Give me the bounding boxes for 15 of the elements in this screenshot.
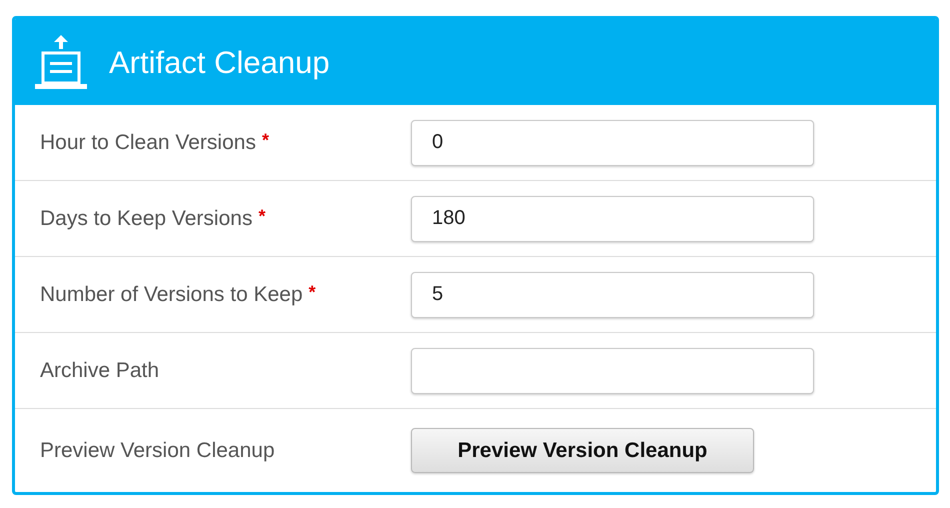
input-field[interactable]: [411, 348, 814, 394]
field-label: Hour to Clean Versions: [40, 130, 256, 156]
required-mark: *: [308, 280, 316, 304]
upload-icon: [35, 33, 87, 91]
input-field[interactable]: 180: [411, 196, 814, 242]
required-mark: *: [258, 204, 266, 228]
panel-title: Artifact Cleanup: [109, 46, 330, 78]
input-field[interactable]: 0: [411, 120, 814, 166]
input-field[interactable]: 5: [411, 272, 814, 318]
field-label: Archive Path: [40, 358, 160, 384]
field-label: Number of Versions to Keep: [40, 282, 303, 308]
preview-button[interactable]: Preview Version Cleanup: [411, 428, 754, 473]
field-label: Preview Version Cleanup: [40, 438, 275, 464]
field-label: Days to Keep Versions: [40, 206, 252, 232]
required-mark: *: [262, 128, 269, 152]
